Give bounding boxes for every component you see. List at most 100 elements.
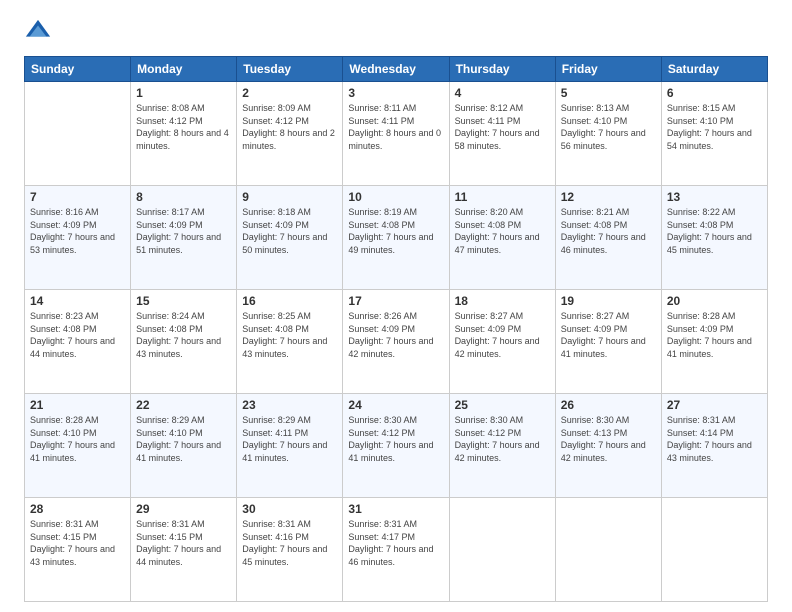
day-cell: 30Sunrise: 8:31 AMSunset: 4:16 PMDayligh… <box>237 498 343 602</box>
day-number: 27 <box>667 398 762 412</box>
day-number: 22 <box>136 398 231 412</box>
day-number: 29 <box>136 502 231 516</box>
day-cell: 4Sunrise: 8:12 AMSunset: 4:11 PMDaylight… <box>449 82 555 186</box>
day-info: Sunrise: 8:17 AMSunset: 4:09 PMDaylight:… <box>136 206 231 256</box>
day-cell: 20 Sunrise: 8:28 AMSunset: 4:09 PMDayligh… <box>661 290 767 394</box>
day-cell: 8 Sunrise: 8:17 AMSunset: 4:09 PMDaylight… <box>131 186 237 290</box>
day-cell <box>555 498 661 602</box>
day-number: 30 <box>242 502 337 516</box>
day-number: 20 <box>667 294 762 308</box>
page: SundayMondayTuesdayWednesdayThursdayFrid… <box>0 0 792 612</box>
day-number: 28 <box>30 502 125 516</box>
day-info: Sunrise: 8:24 AMSunset: 4:08 PMDaylight:… <box>136 310 231 360</box>
day-info: Sunrise: 8:28 AMSunset: 4:09 PMDaylight:… <box>667 310 762 360</box>
day-number: 13 <box>667 190 762 204</box>
day-info: Sunrise: 8:18 AMSunset: 4:09 PMDaylight:… <box>242 206 337 256</box>
weekday-monday: Monday <box>131 57 237 82</box>
day-info: Sunrise: 8:26 AMSunset: 4:09 PMDaylight:… <box>348 310 443 360</box>
day-number: 18 <box>455 294 550 308</box>
day-cell: 29 Sunrise: 8:31 AMSunset: 4:15 PMDayligh… <box>131 498 237 602</box>
day-number: 5 <box>561 86 656 100</box>
day-cell: 23 Sunrise: 8:29 AMSunset: 4:11 PMDayligh… <box>237 394 343 498</box>
week-row-4: 21 Sunrise: 8:28 AMSunset: 4:10 PMDayligh… <box>25 394 768 498</box>
weekday-saturday: Saturday <box>661 57 767 82</box>
day-info: Sunrise: 8:12 AMSunset: 4:11 PMDaylight:… <box>455 102 550 152</box>
day-number: 10 <box>348 190 443 204</box>
day-cell <box>449 498 555 602</box>
day-cell: 11Sunrise: 8:20 AMSunset: 4:08 PMDayligh… <box>449 186 555 290</box>
day-info: Sunrise: 8:11 AMSunset: 4:11 PMDaylight:… <box>348 102 443 152</box>
day-number: 26 <box>561 398 656 412</box>
day-cell: 19 Sunrise: 8:27 AMSunset: 4:09 PMDayligh… <box>555 290 661 394</box>
logo <box>24 18 56 46</box>
day-info: Sunrise: 8:27 AMSunset: 4:09 PMDaylight:… <box>455 310 550 360</box>
day-info: Sunrise: 8:29 AMSunset: 4:11 PMDaylight:… <box>242 414 337 464</box>
day-cell: 12Sunrise: 8:21 AMSunset: 4:08 PMDayligh… <box>555 186 661 290</box>
day-info: Sunrise: 8:30 AMSunset: 4:13 PMDaylight:… <box>561 414 656 464</box>
day-info: Sunrise: 8:31 AMSunset: 4:15 PMDaylight:… <box>30 518 125 568</box>
weekday-sunday: Sunday <box>25 57 131 82</box>
day-cell: 24 Sunrise: 8:30 AMSunset: 4:12 PMDayligh… <box>343 394 449 498</box>
week-row-3: 14 Sunrise: 8:23 AMSunset: 4:08 PMDayligh… <box>25 290 768 394</box>
day-info: Sunrise: 8:20 AMSunset: 4:08 PMDaylight:… <box>455 206 550 256</box>
day-info: Sunrise: 8:29 AMSunset: 4:10 PMDaylight:… <box>136 414 231 464</box>
day-cell: 6Sunrise: 8:15 AMSunset: 4:10 PMDaylight… <box>661 82 767 186</box>
day-info: Sunrise: 8:31 AMSunset: 4:15 PMDaylight:… <box>136 518 231 568</box>
day-info: Sunrise: 8:13 AMSunset: 4:10 PMDaylight:… <box>561 102 656 152</box>
day-number: 23 <box>242 398 337 412</box>
day-info: Sunrise: 8:09 AMSunset: 4:12 PMDaylight:… <box>242 102 337 152</box>
day-cell: 9 Sunrise: 8:18 AMSunset: 4:09 PMDaylight… <box>237 186 343 290</box>
weekday-wednesday: Wednesday <box>343 57 449 82</box>
day-number: 15 <box>136 294 231 308</box>
day-info: Sunrise: 8:25 AMSunset: 4:08 PMDaylight:… <box>242 310 337 360</box>
day-number: 8 <box>136 190 231 204</box>
day-cell: 18 Sunrise: 8:27 AMSunset: 4:09 PMDayligh… <box>449 290 555 394</box>
header <box>24 18 768 46</box>
day-cell: 16Sunrise: 8:25 AMSunset: 4:08 PMDayligh… <box>237 290 343 394</box>
day-number: 17 <box>348 294 443 308</box>
day-info: Sunrise: 8:27 AMSunset: 4:09 PMDaylight:… <box>561 310 656 360</box>
day-cell: 3 Sunrise: 8:11 AMSunset: 4:11 PMDaylight… <box>343 82 449 186</box>
day-cell: 2Sunrise: 8:09 AMSunset: 4:12 PMDaylight… <box>237 82 343 186</box>
day-number: 14 <box>30 294 125 308</box>
day-cell: 17 Sunrise: 8:26 AMSunset: 4:09 PMDayligh… <box>343 290 449 394</box>
day-info: Sunrise: 8:08 AMSunset: 4:12 PMDaylight:… <box>136 102 231 152</box>
week-row-1: 1Sunrise: 8:08 AMSunset: 4:12 PMDaylight… <box>25 82 768 186</box>
day-cell: 10Sunrise: 8:19 AMSunset: 4:08 PMDayligh… <box>343 186 449 290</box>
day-info: Sunrise: 8:30 AMSunset: 4:12 PMDaylight:… <box>348 414 443 464</box>
day-number: 25 <box>455 398 550 412</box>
day-cell <box>661 498 767 602</box>
day-number: 6 <box>667 86 762 100</box>
day-number: 9 <box>242 190 337 204</box>
day-number: 21 <box>30 398 125 412</box>
day-number: 7 <box>30 190 125 204</box>
day-number: 24 <box>348 398 443 412</box>
day-info: Sunrise: 8:31 AMSunset: 4:14 PMDaylight:… <box>667 414 762 464</box>
weekday-header-row: SundayMondayTuesdayWednesdayThursdayFrid… <box>25 57 768 82</box>
day-cell: 26 Sunrise: 8:30 AMSunset: 4:13 PMDayligh… <box>555 394 661 498</box>
logo-icon <box>24 18 52 46</box>
day-number: 31 <box>348 502 443 516</box>
day-cell: 5 Sunrise: 8:13 AMSunset: 4:10 PMDaylight… <box>555 82 661 186</box>
day-cell <box>25 82 131 186</box>
day-cell: 25 Sunrise: 8:30 AMSunset: 4:12 PMDayligh… <box>449 394 555 498</box>
day-cell: 14 Sunrise: 8:23 AMSunset: 4:08 PMDayligh… <box>25 290 131 394</box>
day-info: Sunrise: 8:23 AMSunset: 4:08 PMDaylight:… <box>30 310 125 360</box>
day-number: 19 <box>561 294 656 308</box>
day-cell: 13 Sunrise: 8:22 AMSunset: 4:08 PMDayligh… <box>661 186 767 290</box>
day-cell: 1Sunrise: 8:08 AMSunset: 4:12 PMDaylight… <box>131 82 237 186</box>
day-cell: 27 Sunrise: 8:31 AMSunset: 4:14 PMDayligh… <box>661 394 767 498</box>
day-cell: 15 Sunrise: 8:24 AMSunset: 4:08 PMDayligh… <box>131 290 237 394</box>
day-number: 3 <box>348 86 443 100</box>
day-info: Sunrise: 8:22 AMSunset: 4:08 PMDaylight:… <box>667 206 762 256</box>
day-info: Sunrise: 8:30 AMSunset: 4:12 PMDaylight:… <box>455 414 550 464</box>
weekday-thursday: Thursday <box>449 57 555 82</box>
day-cell: 7Sunrise: 8:16 AMSunset: 4:09 PMDaylight… <box>25 186 131 290</box>
calendar-table: SundayMondayTuesdayWednesdayThursdayFrid… <box>24 56 768 602</box>
day-number: 12 <box>561 190 656 204</box>
day-cell: 31Sunrise: 8:31 AMSunset: 4:17 PMDayligh… <box>343 498 449 602</box>
day-info: Sunrise: 8:28 AMSunset: 4:10 PMDaylight:… <box>30 414 125 464</box>
week-row-2: 7Sunrise: 8:16 AMSunset: 4:09 PMDaylight… <box>25 186 768 290</box>
weekday-tuesday: Tuesday <box>237 57 343 82</box>
weekday-friday: Friday <box>555 57 661 82</box>
